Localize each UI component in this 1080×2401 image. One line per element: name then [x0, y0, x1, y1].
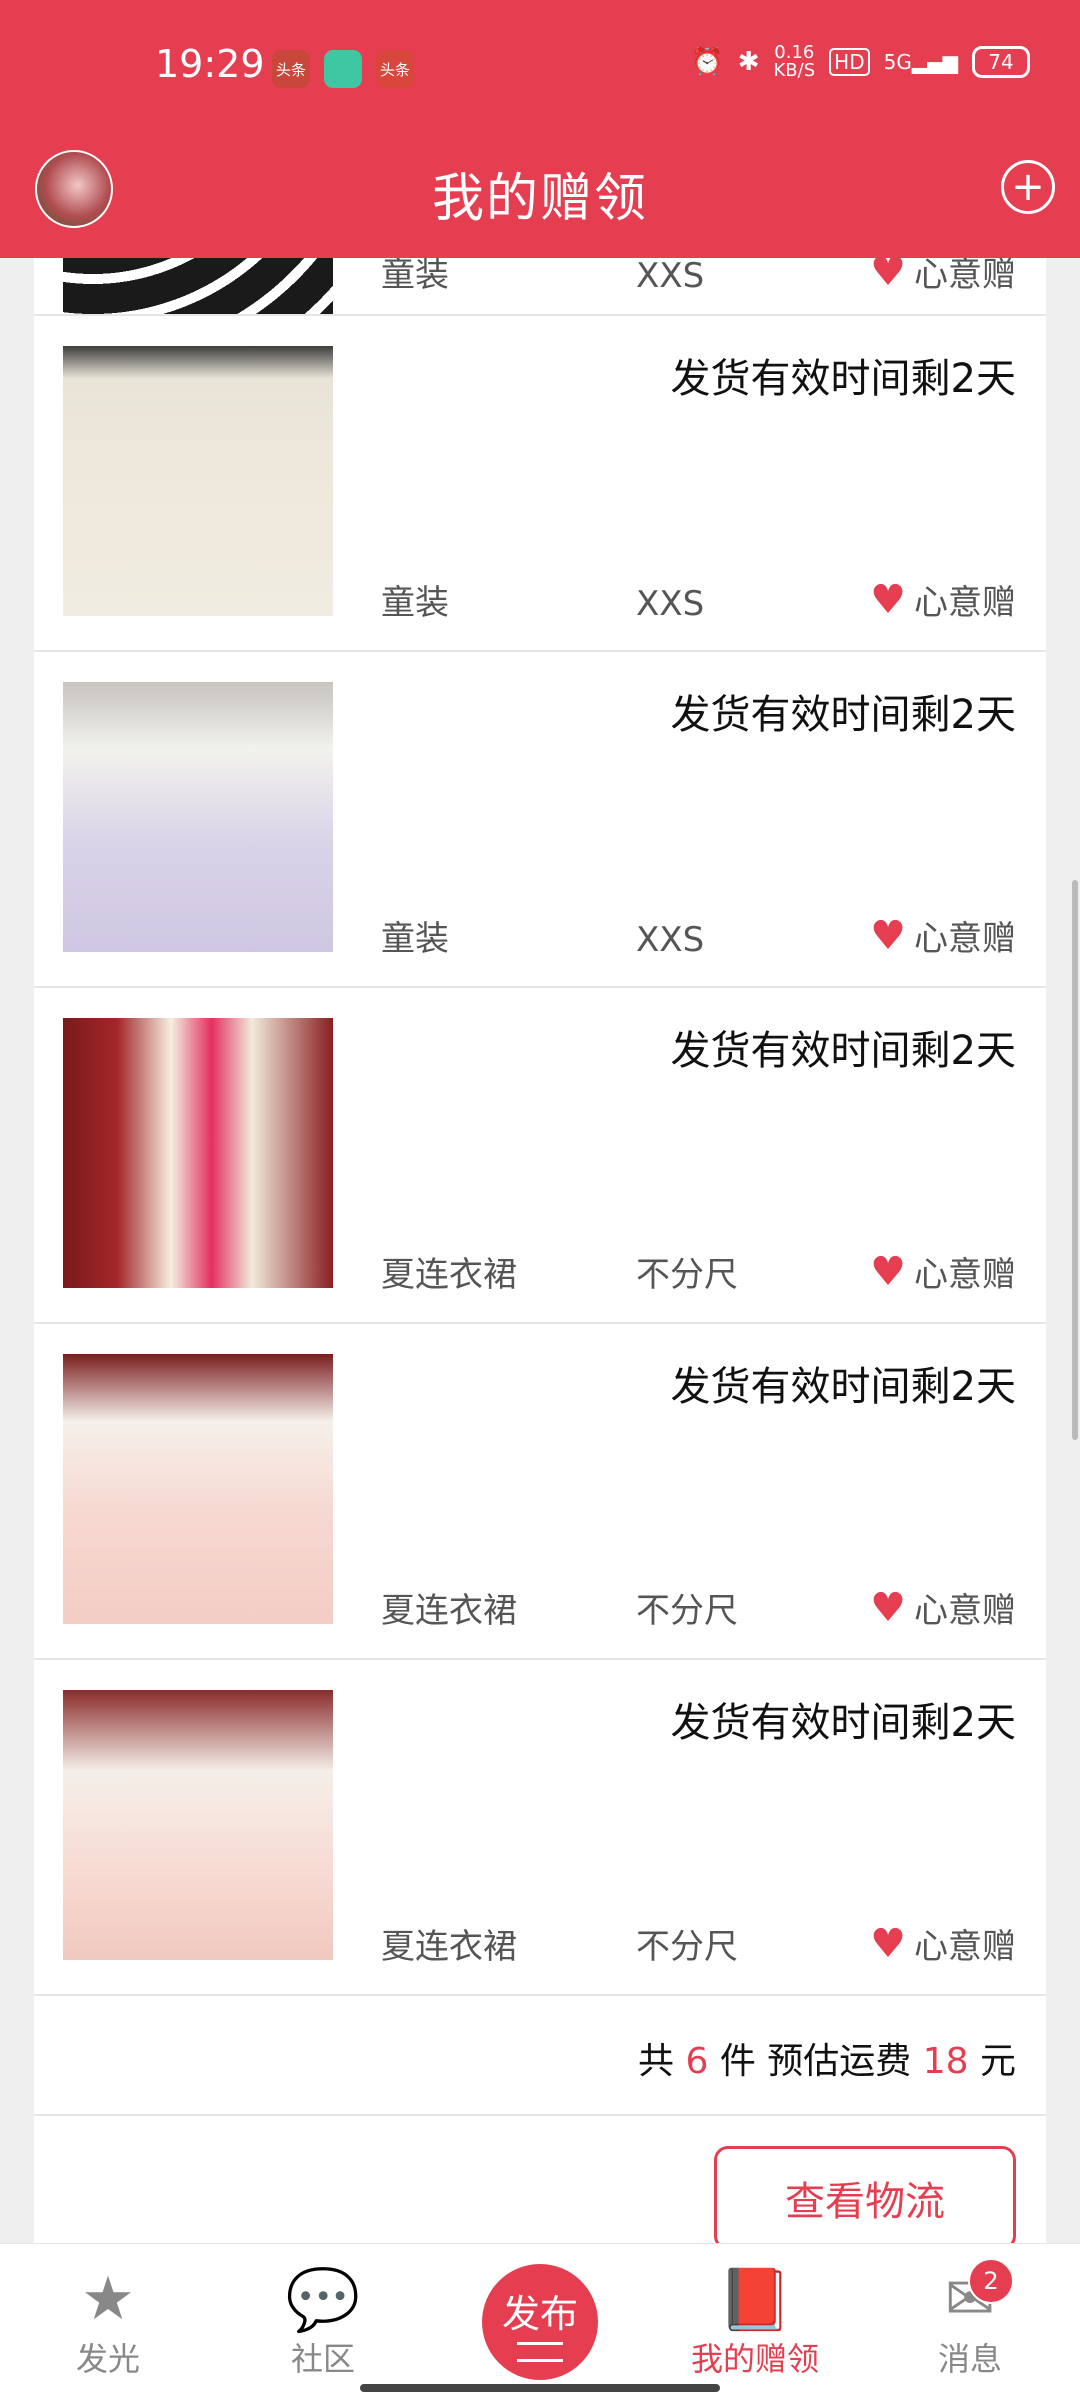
app-label-2: 头条	[379, 60, 410, 79]
bluetooth-icon: ✱	[737, 47, 760, 77]
item-category: 夏连衣裙	[381, 1255, 517, 1295]
item-thumbnail	[63, 682, 333, 952]
gift-type-label: 心意赠	[914, 1591, 1016, 1631]
expire-text: 发货有效时间剩2天	[670, 692, 1016, 738]
alarm-icon: ⏰	[691, 47, 724, 77]
heart-icon: ♥	[870, 576, 906, 623]
signal-icon: 5G▂▄▆	[883, 50, 958, 74]
green-app-icon	[324, 50, 362, 88]
gift-type: ♥ 心意赠	[870, 575, 1016, 624]
item-category: 童装	[381, 583, 449, 623]
list-item[interactable]: 童装 XXS ♥ 心意赠	[34, 258, 1046, 316]
gift-type-label: 心意赠	[914, 258, 1016, 295]
expire-text: 发货有效时间剩2天	[670, 1028, 1016, 1074]
publish-icon	[517, 2341, 563, 2362]
net-speed-unit: KB/S	[773, 60, 816, 81]
item-size: 不分尺	[636, 1255, 738, 1295]
battery-level: 74	[988, 50, 1014, 74]
item-size: XXS	[636, 920, 705, 960]
plus-circle-icon: +	[1011, 164, 1045, 210]
nav-label: 我的赠领	[690, 2340, 819, 2378]
list-item[interactable]: 发货有效时间剩2天 夏连衣裙 不分尺 ♥ 心意赠	[34, 1324, 1046, 1660]
item-size: 不分尺	[636, 1927, 738, 1967]
gift-type: ♥ 心意赠	[870, 1919, 1016, 1968]
nav-label: 社区	[290, 2340, 355, 2378]
item-size: 不分尺	[636, 1591, 738, 1631]
chat-bubble-icon: 💬	[285, 2264, 361, 2335]
nav-item-glow[interactable]: ★ 发光	[38, 2264, 178, 2380]
publish-label: 发布	[501, 2291, 578, 2336]
item-thumbnail	[63, 1018, 333, 1288]
summary-prefix: 共	[637, 2041, 674, 2082]
expire-text: 发货有效时间剩2天	[670, 1364, 1016, 1410]
item-count: 6	[685, 2041, 709, 2082]
gift-type: ♥ 心意赠	[870, 258, 1016, 296]
item-category: 童装	[381, 919, 449, 959]
gift-type-label: 心意赠	[914, 1255, 1016, 1295]
list-item[interactable]: 发货有效时间剩2天 童装 XXS ♥ 心意赠	[34, 316, 1046, 652]
gift-type-label: 心意赠	[914, 1927, 1016, 1967]
order-summary: 共 6 件 预估运费 18 元	[34, 1996, 1046, 2116]
item-thumbnail	[63, 346, 333, 616]
heart-icon: ♥	[870, 1248, 906, 1295]
status-icons: ⏰ ✱ 0.16 KB/S HD 5G▂▄▆ 74	[691, 44, 1030, 80]
star-icon: ★	[81, 2264, 135, 2334]
toutiao-app-icon-2: 头条	[376, 50, 414, 88]
gift-type-label: 心意赠	[914, 583, 1016, 623]
nav-item-my-gifts[interactable]: 📕 我的赠领	[685, 2264, 825, 2380]
nav-label: 发光	[75, 2340, 140, 2378]
toutiao-app-icon: 头条	[272, 50, 310, 88]
heart-icon: ♥	[870, 1920, 906, 1967]
scrollbar[interactable]	[1072, 880, 1078, 1440]
item-category: 夏连衣裙	[381, 1591, 517, 1631]
item-size: XXS	[636, 258, 705, 296]
item-thumbnail	[63, 258, 333, 314]
expire-text: 发货有效时间剩2天	[670, 1700, 1016, 1746]
message-badge: 2	[968, 2258, 1014, 2304]
heart-icon: ♥	[870, 258, 906, 295]
gift-type: ♥ 心意赠	[870, 911, 1016, 960]
summary-suffix: 元	[979, 2041, 1016, 2082]
battery-icon: 74	[972, 46, 1030, 78]
network-label: 5G	[883, 50, 912, 74]
app-label: 头条	[275, 60, 306, 79]
gift-type-label: 心意赠	[914, 919, 1016, 959]
view-logistics-button[interactable]: 查看物流	[714, 2146, 1016, 2250]
heart-icon: ♥	[870, 1584, 906, 1631]
item-category: 夏连衣裙	[381, 1927, 517, 1967]
gift-type: ♥ 心意赠	[870, 1583, 1016, 1632]
list-item[interactable]: 发货有效时间剩2天 夏连衣裙 不分尺 ♥ 心意赠	[34, 1660, 1046, 1996]
list-item[interactable]: 发货有效时间剩2天 夏连衣裙 不分尺 ♥ 心意赠	[34, 988, 1046, 1324]
summary-text: 共 6 件 预估运费 18 元	[638, 2032, 1016, 2084]
item-size: XXS	[636, 584, 705, 624]
gift-type: ♥ 心意赠	[870, 1247, 1016, 1296]
add-button[interactable]: +	[1001, 160, 1055, 214]
gift-list: 童装 XXS ♥ 心意赠 发货有效时间剩2天 童装 XXS ♥ 心意赠 发货有效时间…	[34, 258, 1046, 2266]
expire-text: 发货有效时间剩2天	[670, 356, 1016, 402]
nav-item-community[interactable]: 💬 社区	[253, 2264, 393, 2380]
publish-button[interactable]: 发布	[482, 2264, 598, 2380]
shipping-fee: 18	[922, 2041, 969, 2082]
status-time: 19:29	[155, 42, 265, 86]
item-category: 童装	[381, 258, 449, 295]
net-speed: 0.16 KB/S	[774, 44, 816, 80]
gift-book-icon: 📕	[717, 2264, 793, 2335]
status-bar: 19:29 头条 头条 ⏰ ✱ 0.16 KB/S HD 5G▂▄▆ 74	[0, 0, 1080, 136]
hd-icon: HD	[829, 48, 870, 76]
list-item[interactable]: 发货有效时间剩2天 童装 XXS ♥ 心意赠	[34, 652, 1046, 988]
nav-item-messages[interactable]: ✉ 消息 2	[900, 2258, 1040, 2380]
bottom-nav: ★ 发光 💬 社区 发布 📕 我的赠领 ✉ 消息 2	[0, 2243, 1080, 2401]
item-thumbnail	[63, 1690, 333, 1960]
nav-label: 消息	[937, 2340, 1002, 2378]
home-indicator[interactable]	[360, 2384, 720, 2392]
heart-icon: ♥	[870, 912, 906, 959]
page-title: 我的赠领	[431, 169, 648, 229]
item-thumbnail	[63, 1354, 333, 1624]
app-header: 19:29 头条 头条 ⏰ ✱ 0.16 KB/S HD 5G▂▄▆ 74 我的…	[0, 0, 1080, 258]
summary-mid: 件 预估运费	[719, 2041, 912, 2082]
